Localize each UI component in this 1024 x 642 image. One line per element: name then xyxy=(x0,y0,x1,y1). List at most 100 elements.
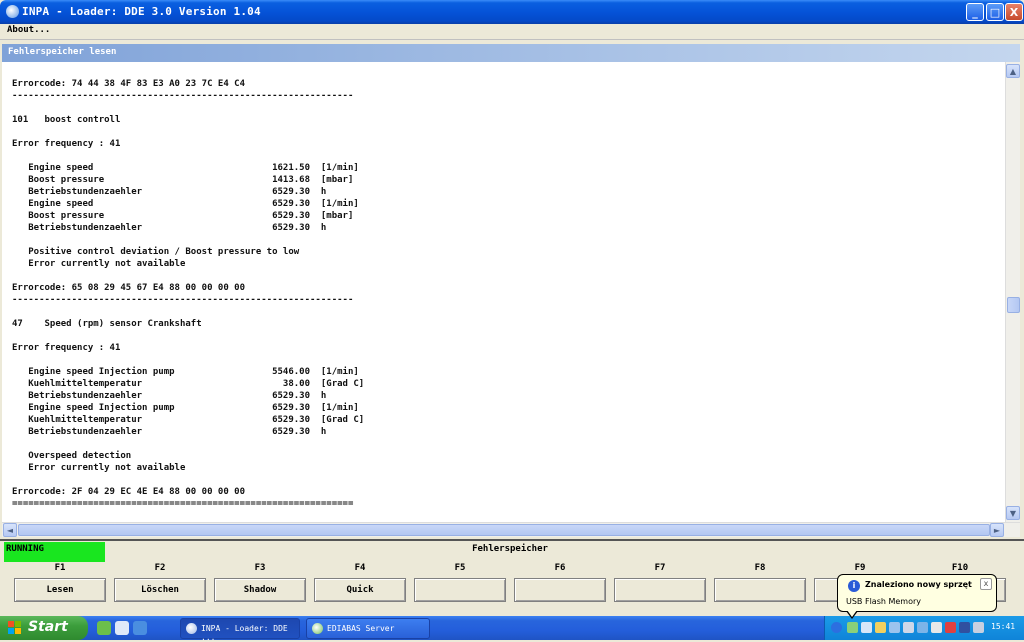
fkey-button-f2[interactable]: Löschen xyxy=(114,578,206,602)
fkey-label-f10: F10 xyxy=(951,563,969,573)
tray-network-icon[interactable] xyxy=(847,622,858,633)
fkey-button-f8[interactable] xyxy=(714,578,806,602)
report-line: Engine speed Injection pump 5546.00 [1/m… xyxy=(12,367,359,377)
window-title: INPA - Loader: DDE 3.0 Version 1.04 xyxy=(22,5,261,18)
report-line xyxy=(12,306,364,318)
status-title: Fehlerspeicher xyxy=(472,544,548,554)
fkey-button-f5[interactable] xyxy=(414,578,506,602)
report-line: Kuehlmitteltemperatur 6529.30 [Grad C] xyxy=(12,415,365,425)
report-line xyxy=(12,102,364,114)
scroll-left-button[interactable]: ◄ xyxy=(3,523,17,537)
tray-back-icon[interactable] xyxy=(831,622,842,633)
report-line: ----------------------------------------… xyxy=(12,91,354,101)
ediabas-task-icon xyxy=(312,623,323,634)
report-line: Engine speed 6529.30 [1/min] xyxy=(12,199,359,209)
task-inpa-label: INPA - Loader: DDE ... xyxy=(201,624,288,642)
scroll-up-button[interactable]: ▲ xyxy=(1006,64,1020,78)
balloon-title: Znaleziono nowy sprzęt xyxy=(865,580,972,589)
fkey-label-f4: F4 xyxy=(354,563,366,573)
report-line: Betriebstundenzaehler 6529.30 h xyxy=(12,223,327,233)
report-line xyxy=(12,234,364,246)
report-line xyxy=(12,126,364,138)
fkey-button-f3[interactable]: Shadow xyxy=(214,578,306,602)
clock: 15:41 xyxy=(991,622,1016,631)
close-button[interactable]: X xyxy=(1005,3,1023,21)
tray-device-icon[interactable] xyxy=(931,622,942,633)
vertical-scroll-thumb[interactable] xyxy=(1007,297,1020,313)
report-line xyxy=(12,474,364,486)
system-tray: 15:41 xyxy=(824,616,1024,640)
quicklaunch-font-icon[interactable] xyxy=(115,621,129,635)
report-line: Errorcode: 65 08 29 45 67 E4 88 00 00 00… xyxy=(12,283,245,293)
tray-volume-icon[interactable] xyxy=(973,622,984,633)
fkey-button-f7[interactable] xyxy=(614,578,706,602)
report-line: Error currently not available xyxy=(12,259,186,269)
horizontal-scroll-thumb[interactable] xyxy=(18,524,990,536)
tray-app-icon[interactable] xyxy=(959,622,970,633)
horizontal-scrollbar[interactable]: ◄ ► xyxy=(2,522,1020,537)
minimize-button[interactable]: _ xyxy=(966,3,984,21)
error-report-area[interactable]: Errorcode: 74 44 38 4F 83 E3 A0 23 7C E4… xyxy=(2,62,1005,522)
report-line xyxy=(12,438,364,450)
new-hardware-balloon[interactable]: i Znaleziono nowy sprzęt x USB Flash Mem… xyxy=(837,574,997,612)
report-line: Positive control deviation / Boost press… xyxy=(12,247,300,257)
report-line: Errorcode: 74 44 38 4F 83 E3 A0 23 7C E4… xyxy=(12,79,245,89)
tray-monitor-icon[interactable] xyxy=(917,622,928,633)
quicklaunch-browser-icon[interactable] xyxy=(97,621,111,635)
fkey-label-f5: F5 xyxy=(454,563,466,573)
inpa-window: INPA - Loader: DDE 3.0 Version 1.04 _ □ … xyxy=(0,0,1024,612)
report-line xyxy=(12,270,364,282)
task-inpa-loader[interactable]: INPA - Loader: DDE ... xyxy=(180,618,300,642)
maximize-button[interactable]: □ xyxy=(986,3,1004,21)
tray-alert-icon[interactable] xyxy=(945,622,956,633)
status-row: RUNNING Fehlerspeicher xyxy=(0,539,1024,562)
fkey-label-f7: F7 xyxy=(654,563,666,573)
report-line: Engine speed Injection pump 6529.30 [1/m… xyxy=(12,403,359,413)
scroll-down-button[interactable]: ▼ xyxy=(1006,506,1020,520)
report-line: Error currently not available xyxy=(12,463,186,473)
fkey-button-f4[interactable]: Quick xyxy=(314,578,406,602)
report-line xyxy=(12,150,364,162)
vertical-scrollbar[interactable]: ▲ ▼ xyxy=(1005,62,1020,522)
report-line: Engine speed 1621.50 [1/min] xyxy=(12,163,359,173)
fkey-button-f6[interactable] xyxy=(514,578,606,602)
report-line: 47 Speed (rpm) sensor Crankshaft xyxy=(12,319,202,329)
report-line: Error frequency : 41 xyxy=(12,343,121,353)
start-button[interactable]: Start xyxy=(0,616,88,640)
info-icon: i xyxy=(848,580,860,592)
windows-logo-icon xyxy=(8,621,23,635)
fkey-label-f8: F8 xyxy=(754,563,766,573)
start-label: Start xyxy=(28,619,68,635)
fkey-label-f6: F6 xyxy=(554,563,566,573)
scroll-right-button[interactable]: ► xyxy=(990,523,1004,537)
report-line: Betriebstundenzaehler 6529.30 h xyxy=(12,187,327,197)
report-line: ----------------------------------------… xyxy=(12,295,354,305)
task-ediabas-label: EDIABAS Server xyxy=(327,624,395,633)
fkey-label-f3: F3 xyxy=(254,563,266,573)
tray-security-icon[interactable] xyxy=(875,622,886,633)
report-line: Betriebstundenzaehler 6529.30 h xyxy=(12,391,327,401)
report-lines: Errorcode: 74 44 38 4F 83 E3 A0 23 7C E4… xyxy=(12,78,364,510)
task-ediabas-server[interactable]: EDIABAS Server xyxy=(306,618,430,639)
fkey-label-f9: F9 xyxy=(854,563,866,573)
balloon-text: USB Flash Memory xyxy=(846,597,922,606)
quicklaunch-explorer-icon[interactable] xyxy=(133,621,147,635)
inpa-task-icon xyxy=(186,623,197,634)
title-bar[interactable]: INPA - Loader: DDE 3.0 Version 1.04 _ □ … xyxy=(0,0,1024,24)
fkey-button-f1[interactable]: Lesen xyxy=(14,578,106,602)
menu-bar: About... xyxy=(0,24,1024,40)
report-line: Overspeed detection xyxy=(12,451,132,461)
menu-about[interactable]: About... xyxy=(7,25,50,35)
tray-printer-icon[interactable] xyxy=(903,622,914,633)
balloon-close-button[interactable]: x xyxy=(980,578,992,590)
running-indicator: RUNNING xyxy=(4,542,105,562)
report-line: Error frequency : 41 xyxy=(12,139,121,149)
tray-display-icon[interactable] xyxy=(889,622,900,633)
tray-usb-icon[interactable] xyxy=(861,622,872,633)
report-line: Boost pressure 6529.30 [mbar] xyxy=(12,211,354,221)
taskbar: Start INPA - Loader: DDE ... EDIABAS Ser… xyxy=(0,616,1024,642)
app-icon xyxy=(6,5,19,18)
panel-title-bar: Fehlerspeicher lesen xyxy=(2,44,1020,62)
fkey-label-f2: F2 xyxy=(154,563,166,573)
report-line: Errorcode: 2F 04 29 EC 4E E4 88 00 00 00… xyxy=(12,487,245,497)
